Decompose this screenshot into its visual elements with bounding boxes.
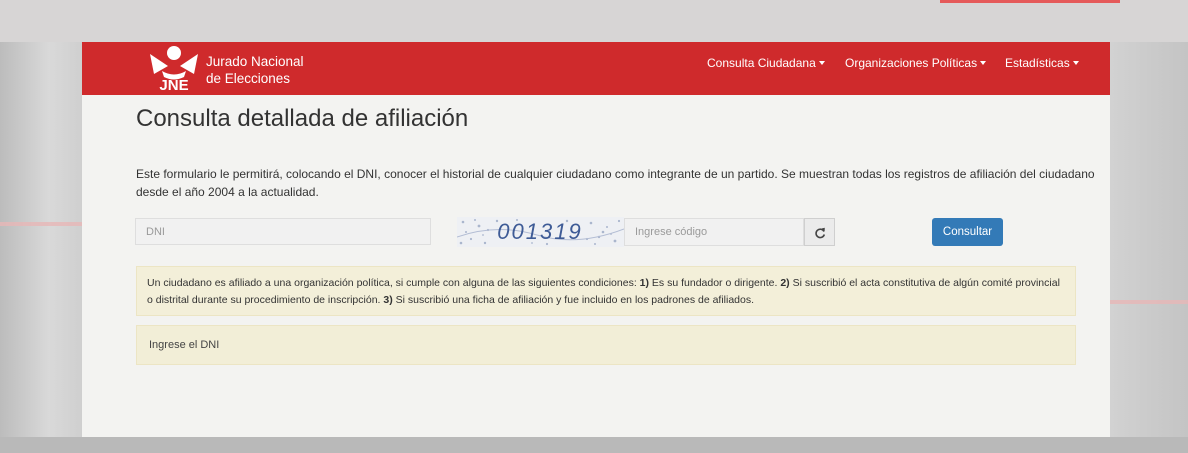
browser-page: JNE Jurado Nacional de Elecciones Consul… [82,42,1110,437]
captcha-code: 001319 [497,219,582,244]
background-top [0,0,1188,42]
condition-number-1: 1) [639,277,649,289]
refresh-captcha-button[interactable] [804,218,835,246]
captcha-code-input[interactable] [624,218,804,246]
condition-3: Si suscribió una ficha de afiliación y f… [392,294,755,306]
condition-number-2: 2) [780,277,790,289]
background-red-bar [940,0,1120,3]
background-right [1110,42,1188,453]
consultar-button[interactable]: Consultar [932,218,1003,246]
caret-down-icon [980,61,987,65]
logo-line-2: de Elecciones [206,71,291,86]
logo-text[interactable]: Jurado Nacional de Elecciones [206,53,304,87]
refresh-icon [815,227,826,239]
logo-abbr: JNE [159,77,188,92]
caret-down-icon [818,61,825,65]
afiliacion-info-alert: Un ciudadano es afiliado a una organizac… [136,266,1076,316]
condition-number-3: 3) [383,294,393,306]
background-red-line [0,222,82,226]
nav-label: Estadísticas [1005,56,1070,70]
condition-1: Es su fundador o dirigente. [649,277,781,289]
background-red-line [1110,300,1188,304]
nav-estadisticas[interactable]: Estadísticas [1005,56,1079,70]
background-left [0,42,82,453]
page-title: Consulta detallada de afiliación [136,105,469,132]
info-intro: Un ciudadano es afiliado a una organizac… [147,277,640,289]
logo-line-1: Jurado Nacional [206,54,304,69]
captcha-image: 001319 [456,217,625,247]
result-message: Ingrese el DNI [136,325,1076,365]
result-message-text: Ingrese el DNI [149,339,220,351]
background-bottom [0,437,1188,453]
dni-input[interactable] [135,218,431,245]
caret-down-icon [1072,61,1079,65]
navbar: JNE Jurado Nacional de Elecciones Consul… [82,42,1110,95]
nav-label: Consulta Ciudadana [707,56,816,70]
nav-label: Organizaciones Políticas [845,56,978,70]
jne-logo-icon[interactable]: JNE [146,44,202,94]
nav-consulta-ciudadana[interactable]: Consulta Ciudadana [707,56,825,70]
nav-organizaciones-politicas[interactable]: Organizaciones Políticas [845,56,987,70]
intro-text: Este formulario le permitirá, colocando … [136,167,1095,199]
